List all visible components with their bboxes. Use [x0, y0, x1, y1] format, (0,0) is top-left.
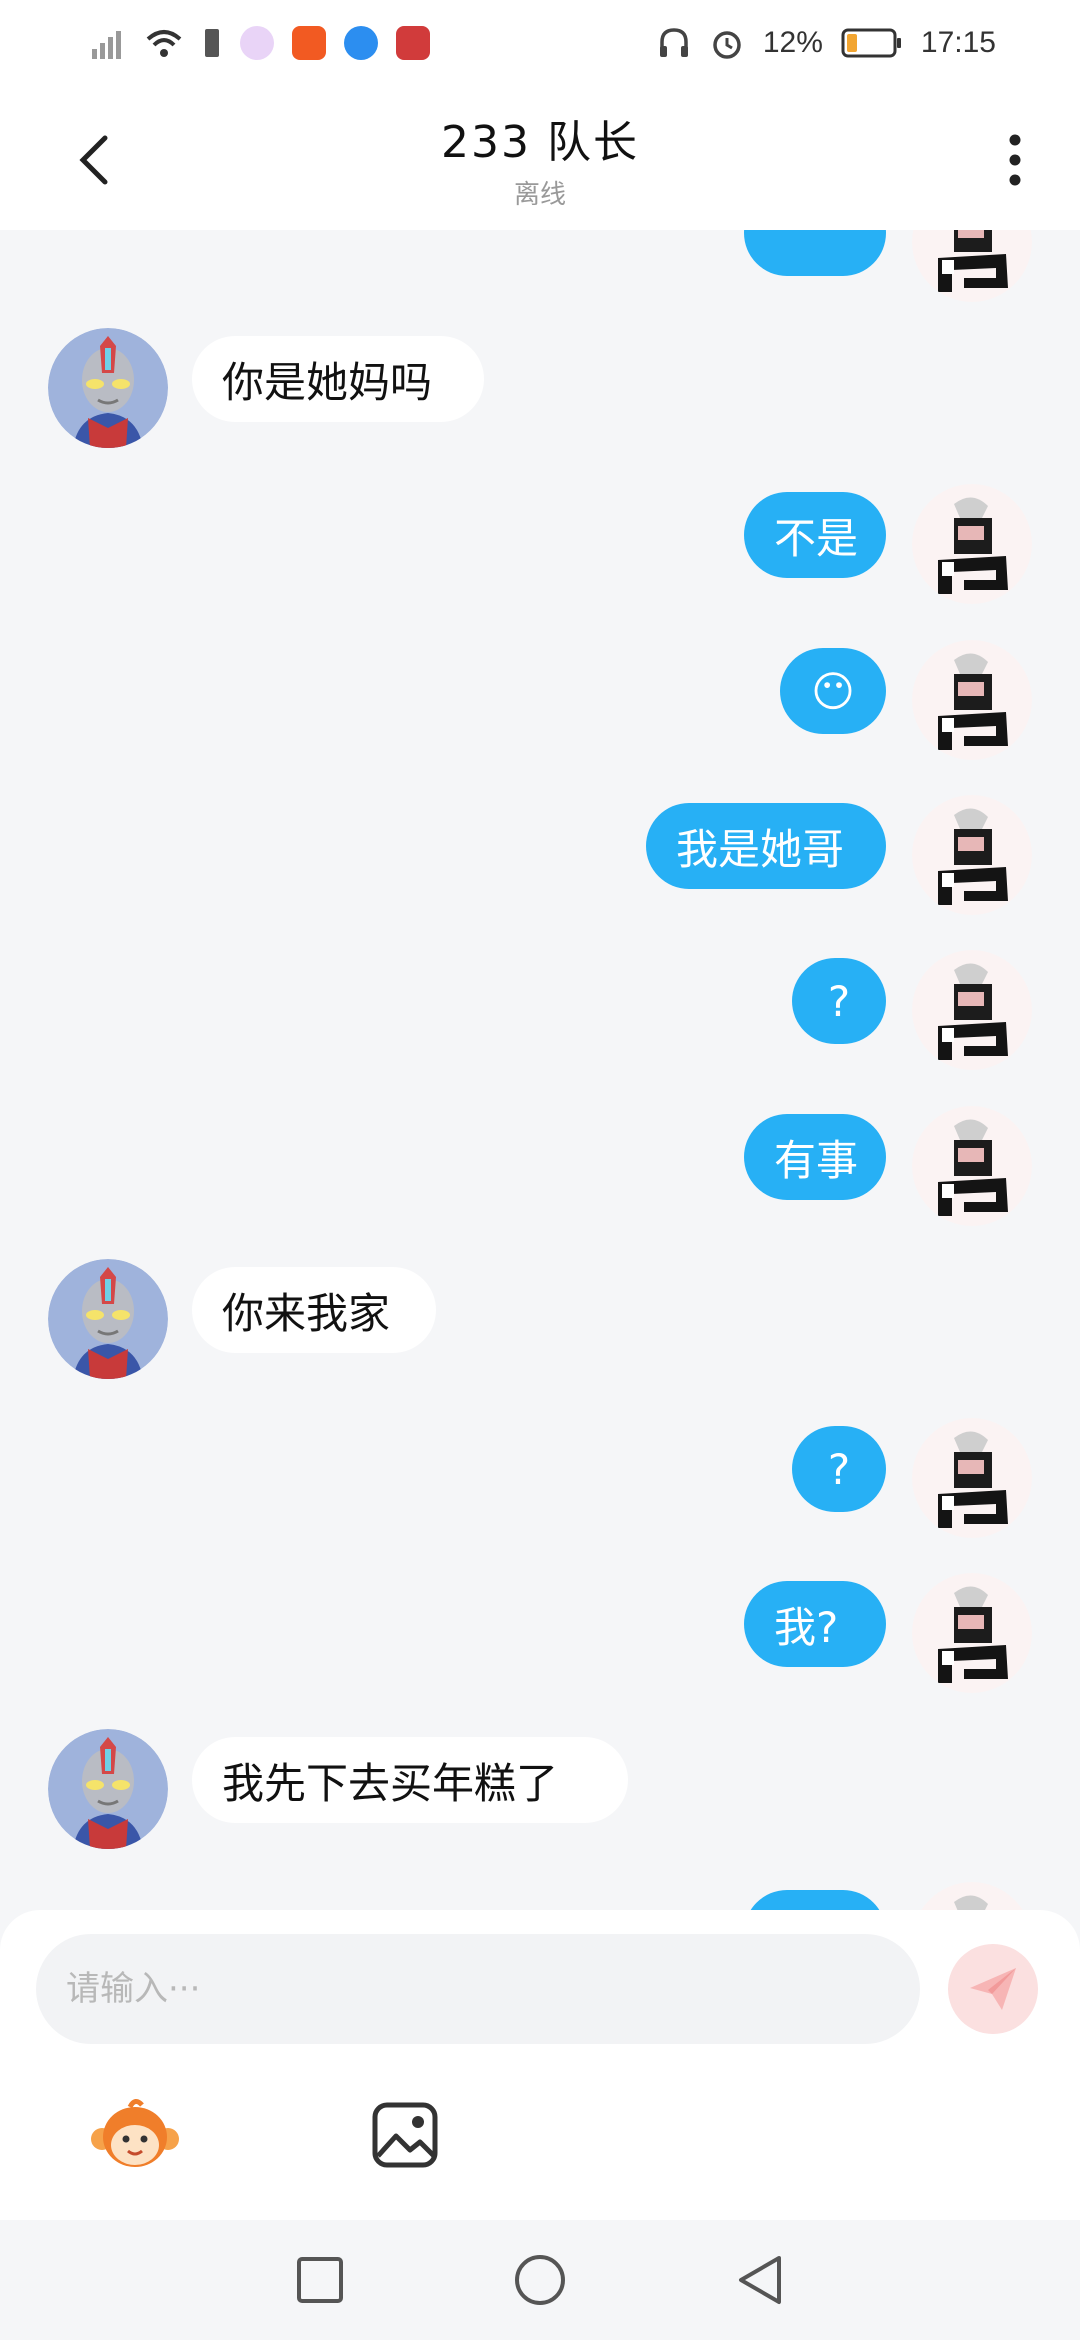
- chat-header: 233 队长 离线: [0, 86, 1080, 230]
- sticker-button[interactable]: [90, 2090, 180, 2180]
- back-button[interactable]: [60, 120, 130, 200]
- sent-message-bubble[interactable]: 有事: [744, 1114, 886, 1200]
- message-row: [0, 230, 1080, 330]
- wifi-icon: [146, 30, 182, 57]
- sent-message-bubble[interactable]: 😶: [780, 648, 886, 734]
- message-list[interactable]: 你是她妈吗 不是 😶 我是她哥 ? 有事 你来我家 ? 我? 我先下去买年糕了: [0, 230, 1080, 1910]
- message-row: [0, 1882, 1080, 1910]
- message-input-box[interactable]: [36, 1934, 920, 2044]
- more-options-button[interactable]: [980, 120, 1050, 200]
- contact-avatar[interactable]: [48, 328, 168, 448]
- image-icon: [372, 2102, 438, 2168]
- send-icon: [970, 1968, 1016, 2010]
- contact-avatar[interactable]: [48, 1729, 168, 1849]
- back-arrow-icon: [79, 135, 108, 185]
- battery-icon: [841, 28, 901, 58]
- my-avatar[interactable]: [912, 950, 1032, 1070]
- image-button[interactable]: [360, 2090, 450, 2180]
- sent-message-bubble[interactable]: ?: [792, 1426, 886, 1512]
- message-row: 我先下去买年糕了: [0, 1729, 1080, 1877]
- received-message-bubble[interactable]: 你来我家: [192, 1267, 436, 1353]
- message-row: 我?: [0, 1573, 1080, 1721]
- my-avatar[interactable]: [912, 1573, 1032, 1693]
- status-time: 17:15: [920, 26, 996, 59]
- recents-button[interactable]: [280, 2240, 360, 2320]
- message-row: 我是她哥: [0, 795, 1080, 943]
- triangle-back-icon: [739, 2256, 781, 2304]
- signal-icon: [92, 31, 121, 59]
- my-avatar[interactable]: [912, 484, 1032, 604]
- sent-message-bubble[interactable]: [744, 230, 886, 276]
- battery-percent: 12%: [762, 26, 823, 59]
- alarm-icon: [713, 31, 741, 59]
- contact-name: 233 队长: [441, 116, 639, 168]
- contact-avatar[interactable]: [48, 1259, 168, 1379]
- my-avatar[interactable]: [912, 640, 1032, 760]
- system-nav-bar: [0, 2220, 1080, 2340]
- message-row: 有事: [0, 1106, 1080, 1254]
- send-button[interactable]: [948, 1944, 1038, 2034]
- contact-status: 离线: [513, 179, 566, 210]
- sent-message-bubble[interactable]: ?: [792, 958, 886, 1044]
- app-notification-icon: [292, 26, 326, 60]
- app-notification-icon: [240, 26, 274, 60]
- app-notification-icon: [344, 26, 378, 60]
- my-avatar[interactable]: [912, 1882, 1032, 1910]
- message-row: 你来我家: [0, 1259, 1080, 1407]
- my-avatar[interactable]: [912, 1418, 1032, 1538]
- more-vertical-icon: [1009, 134, 1021, 186]
- square-icon: [297, 2257, 343, 2303]
- my-avatar[interactable]: [912, 795, 1032, 915]
- message-input[interactable]: [66, 1969, 920, 2009]
- message-row: ?: [0, 950, 1080, 1098]
- message-row: 😶: [0, 640, 1080, 788]
- message-row: 你是她妈吗: [0, 328, 1080, 476]
- my-avatar[interactable]: [912, 230, 1032, 302]
- status-right: 12% 17:15: [657, 25, 996, 61]
- input-panel: [0, 1910, 1080, 2220]
- app-notification-icon: [396, 26, 430, 60]
- sent-message-bubble[interactable]: 不是: [744, 492, 886, 578]
- status-left: [90, 25, 430, 61]
- received-message-bubble[interactable]: 你是她妈吗: [192, 336, 484, 422]
- nav-back-button[interactable]: [720, 2240, 800, 2320]
- sent-message-bubble[interactable]: [744, 1890, 886, 1910]
- title-wrap: 233 队长 离线: [441, 106, 639, 211]
- sent-message-bubble[interactable]: 我是她哥: [646, 803, 886, 889]
- circle-icon: [515, 2255, 565, 2305]
- sim-battery-icon: [205, 29, 219, 57]
- status-bar: 12% 17:15: [0, 0, 1080, 86]
- message-row: ?: [0, 1418, 1080, 1566]
- my-avatar[interactable]: [912, 1106, 1032, 1226]
- headphones-icon: [659, 28, 688, 57]
- sent-message-bubble[interactable]: 我?: [744, 1581, 886, 1667]
- home-button[interactable]: [500, 2240, 580, 2320]
- received-message-bubble[interactable]: 我先下去买年糕了: [192, 1737, 628, 1823]
- message-row: 不是: [0, 484, 1080, 632]
- monkey-sticker-icon: [91, 2099, 179, 2167]
